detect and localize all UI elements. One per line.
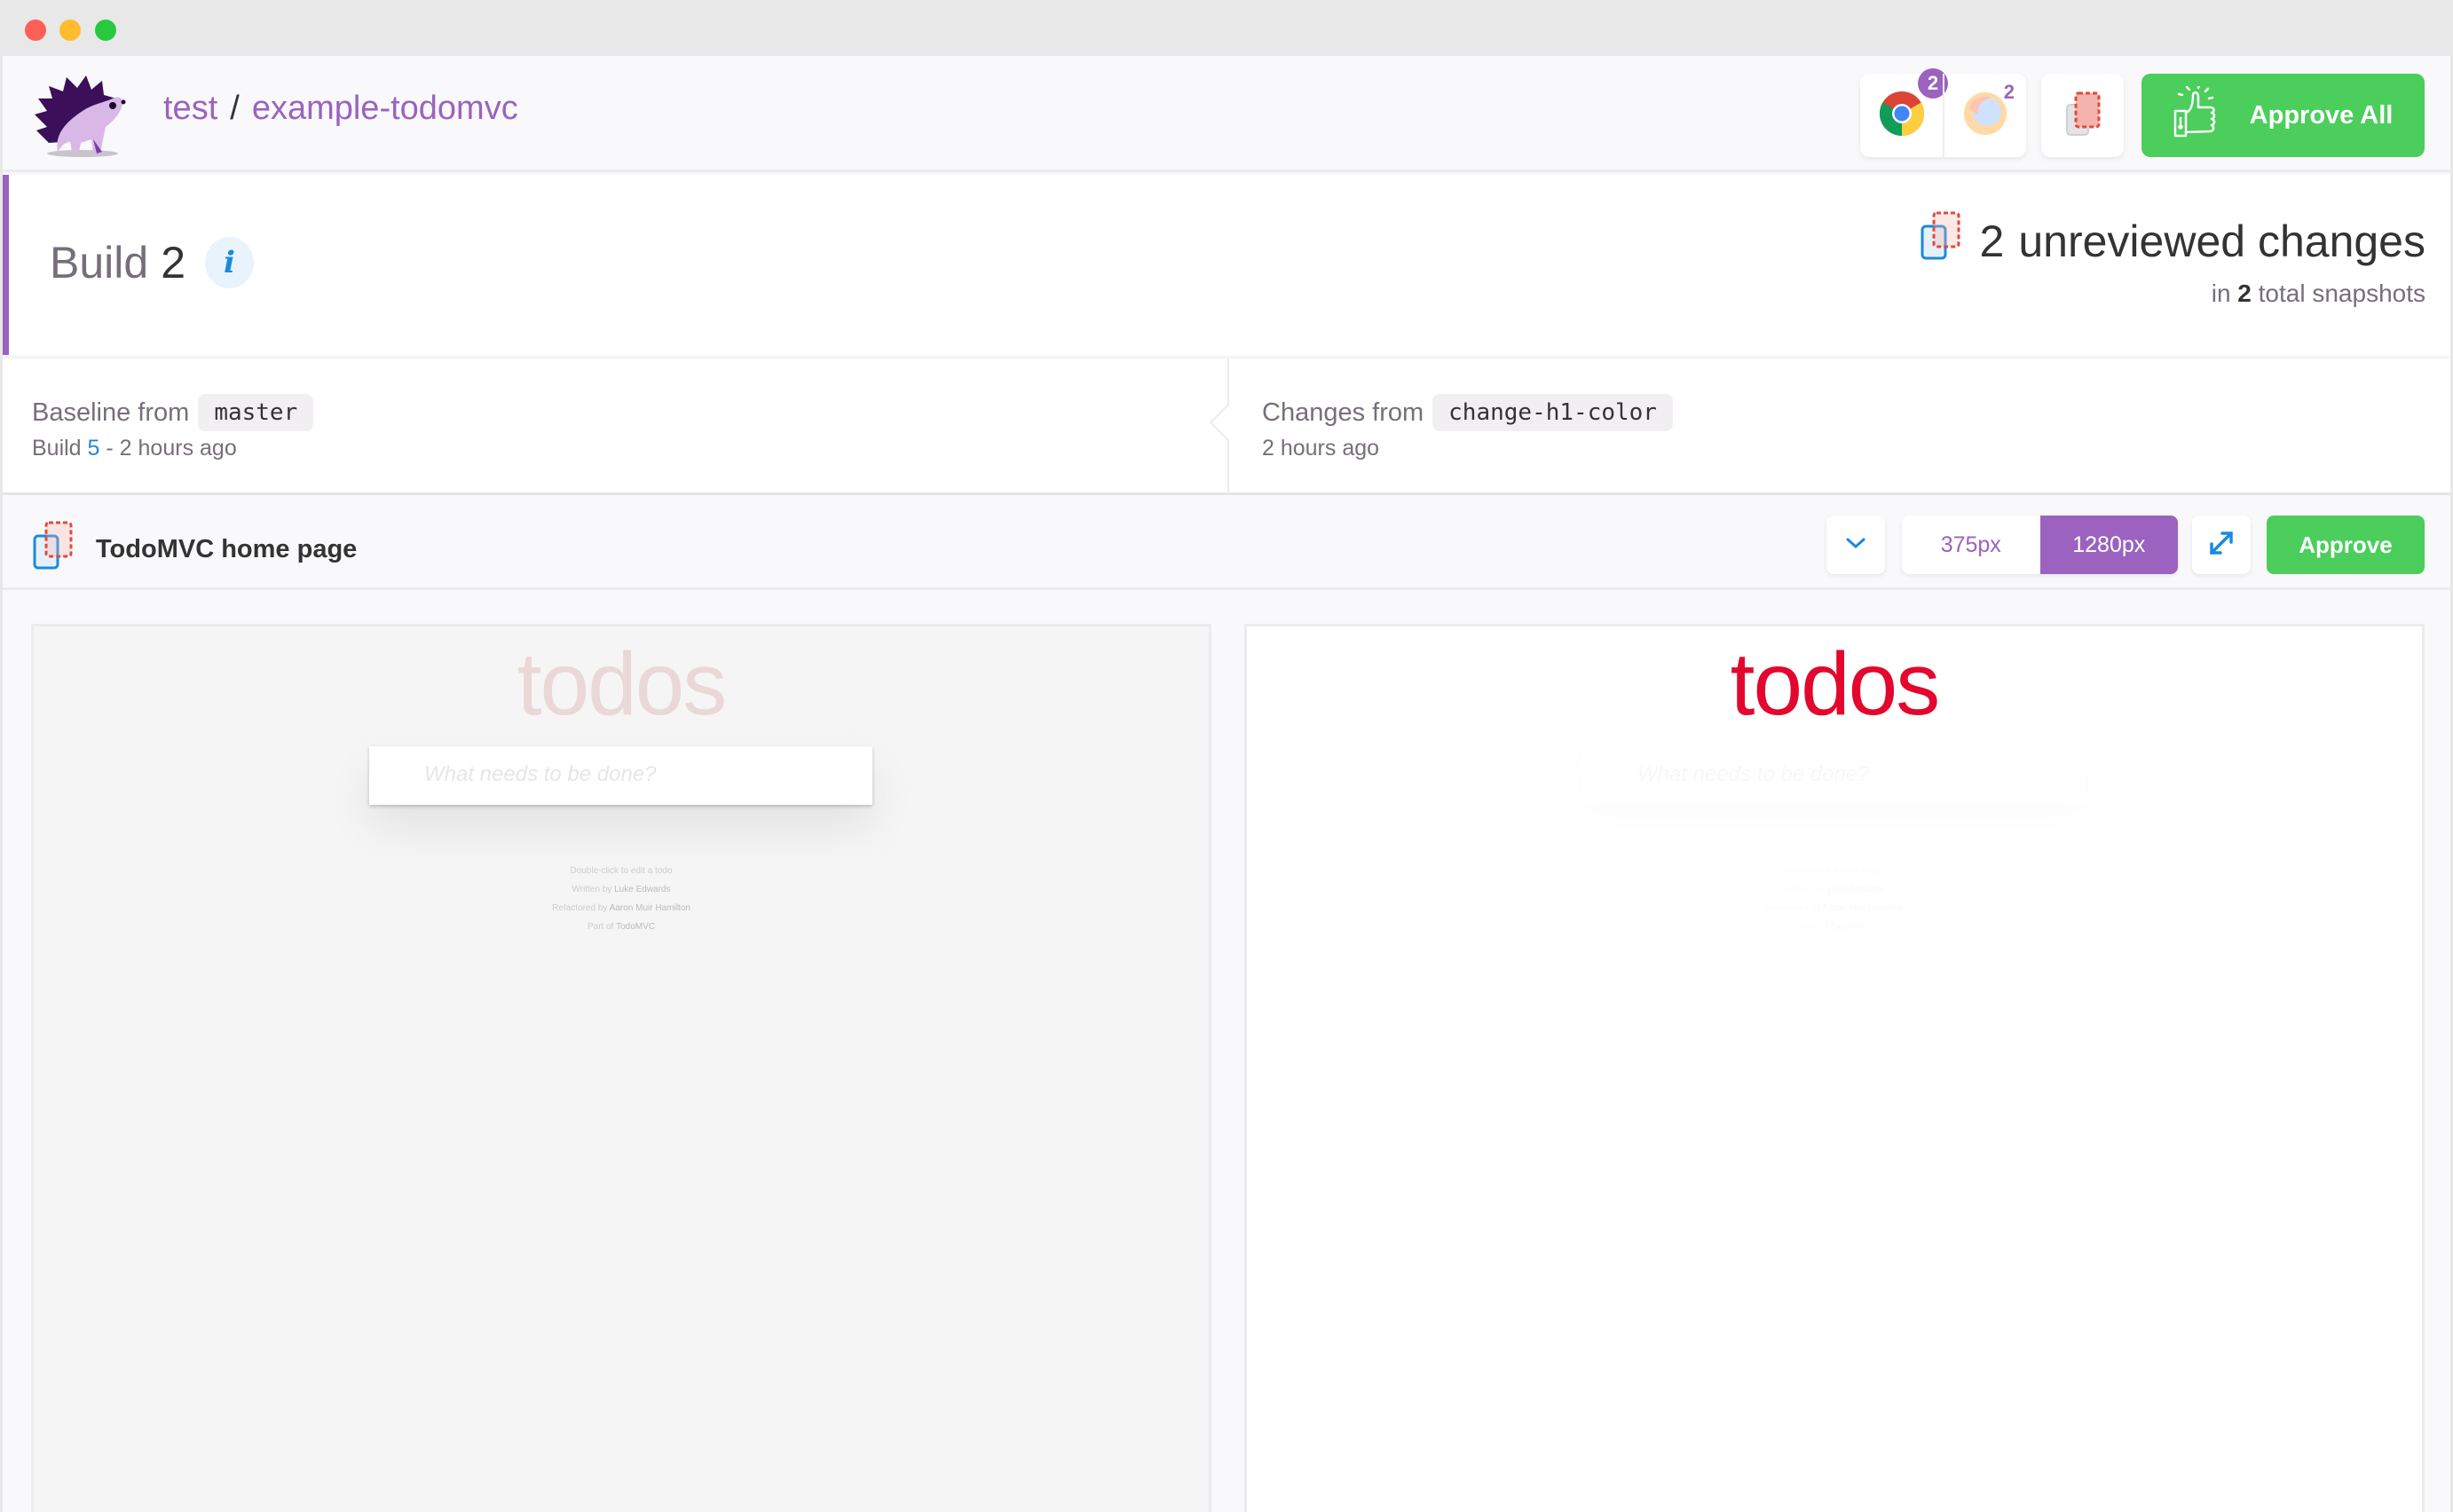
snapshot-header: TodoMVC home page 375px 1280px Approve (3, 498, 2450, 590)
breadcrumb-separator: / (230, 90, 240, 127)
baseline-footer-line3-prefix: Refactored by (552, 903, 608, 913)
chevron-down-icon (1845, 536, 1866, 555)
snapshot-name: TodoMVC home page (96, 534, 358, 563)
width-switcher: 375px 1280px (1902, 516, 2178, 574)
snapshots-count: 2 (2237, 280, 2252, 307)
build-title: Build 2 i (50, 237, 254, 288)
approve-snapshot-button[interactable]: Approve (2267, 516, 2425, 574)
diff-footer-line4-prefix: Part of (1801, 922, 1827, 932)
maximize-window-button[interactable] (95, 20, 116, 41)
build-number: 2 (161, 238, 185, 287)
diff-footer-line2-name: Luke Edwards (1827, 885, 1884, 894)
unreviewed-text: unreviewed changes (2018, 217, 2425, 266)
chrome-icon (1879, 91, 1925, 141)
firefox-icon (1962, 91, 2008, 141)
thumbs-up-icon (2173, 83, 2223, 145)
diff-footer-line1: Double-click to edit a todo (1783, 866, 1886, 876)
browser-tab-firefox[interactable]: 2 (1943, 74, 2025, 157)
expand-icon (2206, 528, 2236, 563)
unreviewed-summary: 2 unreviewed changes in 2 total snapshot… (1920, 210, 2425, 308)
percy-hedgehog-logo[interactable] (31, 72, 136, 159)
baseline-footer-info: Double-click to edit a todo Written by L… (34, 862, 1209, 936)
baseline-footer-line2-prefix: Written by (572, 885, 612, 894)
baseline-footer-line4-name: TodoMVC (616, 922, 655, 932)
minimize-window-button[interactable] (59, 20, 81, 41)
unreviewed-count: 2 (1979, 217, 2005, 266)
baseline-time: - 2 hours ago (106, 436, 237, 461)
changes-branch: change-h1-color (1432, 394, 1673, 431)
baseline-branch: master (198, 394, 314, 431)
diff-screenshot[interactable]: todos What needs to be done? Double-clic… (1244, 624, 2425, 1512)
baseline-todos-heading: todos (517, 634, 728, 734)
snapshot-changed-icon (32, 520, 78, 579)
diff-footer-line3-name: Aaron Muir Hamilton (1822, 903, 1904, 913)
fullscreen-button[interactable] (2192, 516, 2251, 574)
baseline-comparison: Baseline from master Build 5 - 2 hours a… (3, 357, 2450, 495)
changes-icon (1920, 210, 1966, 272)
close-window-button[interactable] (25, 20, 46, 41)
changes-label: Changes from (1262, 398, 1424, 427)
browser-window: test / example-todomvc 2 2 Approve All B… (0, 0, 2453, 1512)
baseline-build-prefix: Build (32, 436, 82, 461)
snapshot-title: TodoMVC home page (32, 520, 357, 579)
breadcrumb-project-link[interactable]: example-todomvc (252, 90, 518, 128)
breadcrumb-org-link[interactable]: test (163, 90, 217, 128)
approve-all-button[interactable]: Approve All (2141, 74, 2425, 157)
baseline-label: Baseline from (32, 398, 190, 427)
baseline-build-link[interactable]: 5 (88, 436, 100, 461)
baseline-todo-input: What needs to be done? (369, 746, 872, 805)
baseline-footer-line2-name: Luke Edwards (614, 885, 671, 894)
breadcrumb: test / example-todomvc (163, 90, 518, 128)
app-header: test / example-todomvc 2 2 Approve All (3, 56, 2450, 172)
diff-overlay-icon (2063, 91, 2102, 141)
firefox-changes-count: 2 (2003, 81, 2015, 103)
changes-info: Changes from change-h1-color 2 hours ago (1209, 358, 2450, 494)
baseline-info: Baseline from master Build 5 - 2 hours a… (3, 358, 1227, 494)
diff-todo-input: What needs to be done? (1582, 746, 2086, 805)
snapshots-prefix: in (2211, 280, 2231, 307)
changes-time: 2 hours ago (1262, 436, 1380, 461)
baseline-footer-line4-prefix: Part of (588, 922, 614, 932)
diff-todos-heading: todos (1730, 634, 1941, 734)
width-option-375[interactable]: 375px (1902, 516, 2040, 574)
window-titlebar (0, 0, 2453, 56)
baseline-footer-line3-name: Aaron Muir Hamilton (609, 903, 690, 913)
diff-footer-line4-name: TodoMVC (1829, 922, 1868, 932)
diff-footer-info: Double-click to edit a todo Written by L… (1247, 862, 2422, 936)
approve-all-label: Approve All (2249, 100, 2394, 130)
build-summary: Build 2 i 2 unreviewed changes in 2 tota… (3, 175, 2450, 355)
browser-tab-chrome[interactable]: 2 (1860, 68, 1948, 157)
collapse-snapshot-button[interactable] (1826, 516, 1885, 574)
baseline-footer-line1: Double-click to edit a todo (570, 866, 673, 876)
baseline-screenshot[interactable]: todos What needs to be done? Double-clic… (31, 624, 1211, 1512)
snapshots-suffix: total snapshots (2258, 280, 2425, 307)
diff-footer-line2-prefix: Written by (1785, 885, 1826, 894)
diff-toggle-button[interactable] (2041, 74, 2124, 157)
diff-footer-line3-prefix: Refactored by (1765, 903, 1821, 913)
width-option-1280[interactable]: 1280px (2039, 516, 2178, 574)
percy-app: test / example-todomvc 2 2 Approve All B… (3, 56, 2450, 1512)
build-info-icon[interactable]: i (205, 237, 254, 288)
build-label: Build (50, 238, 149, 287)
browser-switcher: 2 2 (1860, 68, 2026, 157)
